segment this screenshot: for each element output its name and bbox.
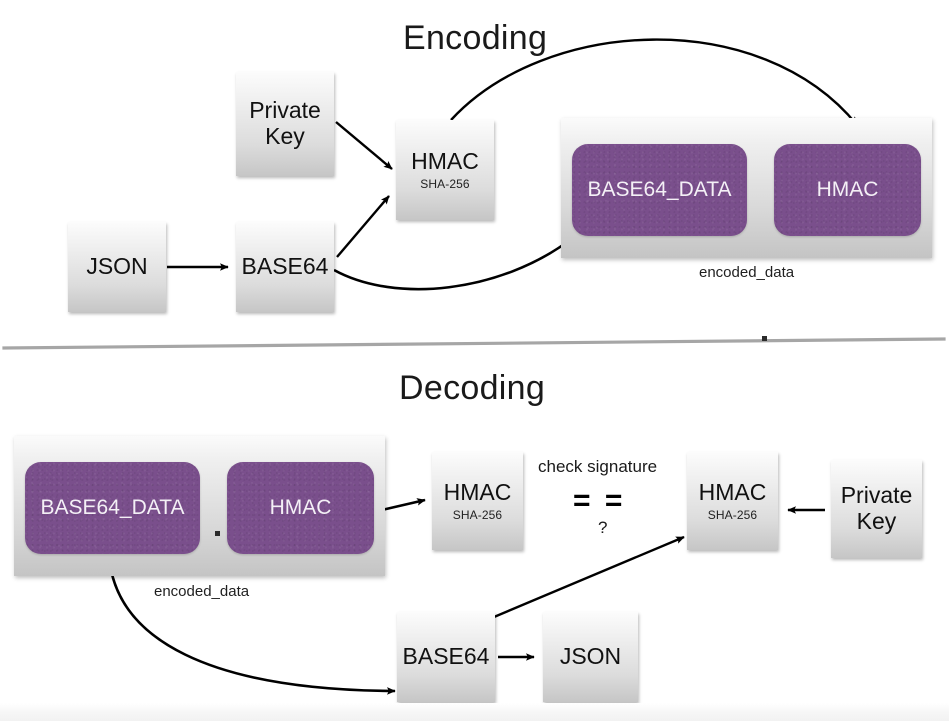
encoded-data-part-base64-decoding[interactable]: BASE64_DATA xyxy=(25,462,200,554)
node-hmac-encoding[interactable]: HMAC SHA-256 xyxy=(396,120,494,220)
decoding-section-title: Decoding xyxy=(399,369,546,407)
node-label: HMAC xyxy=(443,478,512,505)
node-label: JSON xyxy=(559,643,622,670)
encoded-data-separator-dot-encoding xyxy=(762,336,767,341)
encoded-data-part-base64-encoding[interactable]: BASE64_DATA xyxy=(572,144,747,236)
node-private-key-encoding[interactable]: Private Key xyxy=(236,72,334,176)
encoded-data-part-label: HMAC xyxy=(816,178,879,201)
node-label: BASE64 xyxy=(402,643,490,670)
node-json-decoding[interactable]: JSON xyxy=(543,612,638,702)
node-base64-encoding[interactable]: BASE64 xyxy=(236,222,334,312)
section-divider xyxy=(2,337,946,350)
question-mark: ? xyxy=(598,518,608,537)
encoded-data-container-decoding: BASE64_DATA HMAC xyxy=(14,436,385,576)
node-label: Private Key xyxy=(840,482,913,534)
node-label: HMAC xyxy=(411,147,479,174)
node-sublabel: SHA-256 xyxy=(452,508,503,523)
arrow-base64-to-hmac xyxy=(336,195,390,258)
encoded-data-part-label: BASE64_DATA xyxy=(587,178,732,201)
node-hmac-right-decoding[interactable]: HMAC SHA-256 xyxy=(687,452,778,550)
node-private-key-decoding[interactable]: Private Key xyxy=(831,460,922,558)
node-label: HMAC xyxy=(698,478,767,505)
encoded-data-container-encoding: BASE64_DATA HMAC xyxy=(561,118,932,341)
encoded-data-caption-decoding: encoded_data xyxy=(154,583,250,600)
diagram-canvas: Encoding Private Key HMAC SHA-256 JSON B… xyxy=(0,0,949,721)
encoded-data-separator-dot-decoding xyxy=(215,531,220,536)
encoding-section-title: Encoding xyxy=(403,19,548,57)
encoded-data-part-hmac-encoding[interactable]: HMAC xyxy=(774,144,921,236)
page-bottom-band xyxy=(0,703,949,721)
node-base64-decoding[interactable]: BASE64 xyxy=(397,612,495,702)
node-sublabel: SHA-256 xyxy=(707,508,758,523)
node-json-encoding[interactable]: JSON xyxy=(68,222,166,312)
node-label: BASE64 xyxy=(241,253,329,280)
arrow-base64-to-encoded-data xyxy=(333,238,571,291)
encoded-data-part-label: HMAC xyxy=(269,496,332,519)
encoded-data-part-hmac-decoding[interactable]: HMAC xyxy=(227,462,374,554)
node-hmac-left-decoding[interactable]: HMAC SHA-256 xyxy=(432,452,523,550)
node-label: JSON xyxy=(86,253,148,280)
encoded-data-part-label: BASE64_DATA xyxy=(40,496,185,519)
check-signature-label: check signature xyxy=(538,457,658,476)
encoded-data-caption-encoding: encoded_data xyxy=(699,264,795,281)
equality-operator: = = xyxy=(573,484,626,517)
node-sublabel: SHA-256 xyxy=(420,177,470,192)
arrow-private-key-to-hmac xyxy=(335,121,393,170)
arrow-encoded-data-to-base64 xyxy=(107,555,396,695)
node-label: Private Key xyxy=(249,97,321,149)
